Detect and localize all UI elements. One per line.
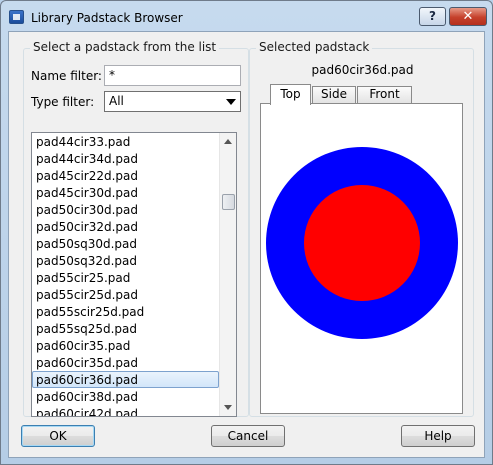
ok-button[interactable]: OK [21,425,95,447]
padstack-list-item[interactable]: pad60cir42d.pad [32,405,219,416]
name-filter-label: Name filter: [31,69,102,83]
top-view-panel [260,103,463,414]
tab-front[interactable]: Front [357,86,412,103]
padstack-preview [266,147,458,339]
chevron-down-icon [226,99,236,105]
selected-padstack-group: Selected padstack pad60cir36d.pad Top Si… [249,40,474,417]
help-caption-button[interactable]: ? [419,7,446,26]
type-filter-select[interactable]: All [104,91,241,112]
type-filter-label: Type filter: [31,95,95,109]
scrollbar-thumb[interactable] [222,194,235,210]
selected-padstack-group-title: Selected padstack [256,40,373,54]
padstack-list-item[interactable]: pad45cir30d.pad [32,184,219,201]
padstack-list-item[interactable]: pad55cir25d.pad [32,286,219,303]
list-scrollbar[interactable] [219,133,236,416]
help-button[interactable]: Help [401,425,475,447]
dialog-client-area: Select a padstack from the list Name fil… [8,31,485,458]
padstack-listbox[interactable]: pad44cir33.pad pad44cir34d.pad pad45cir22d… [31,132,237,417]
close-button[interactable]: ✕ [449,7,487,26]
padstack-list-item[interactable]: pad45cir22d.pad [32,167,219,184]
padstack-list-item[interactable]: pad50sq30d.pad [32,235,219,252]
padstack-list-item[interactable]: pad55scir25d.pad [32,303,219,320]
tab-side[interactable]: Side [312,86,356,103]
select-padstack-group: Select a padstack from the list Name fil… [23,40,249,417]
inner-pad-circle [304,185,420,301]
padstack-list-item[interactable]: pad60cir35d.pad [32,354,219,371]
name-filter-input[interactable]: * [104,65,241,86]
padstack-list-item[interactable]: pad44cir33.pad [32,133,219,150]
type-filter-value: All [109,94,124,108]
padstack-list-item[interactable]: pad60cir36d.pad [32,371,219,388]
tab-top[interactable]: Top [270,84,311,105]
padstack-list-item[interactable]: pad44cir34d.pad [32,150,219,167]
library-padstack-browser-window: Library Padstack Browser ? ✕ Select a pa… [0,0,493,465]
padstack-list-item[interactable]: pad60cir38d.pad [32,388,219,405]
padstack-list-item[interactable]: pad50cir30d.pad [32,201,219,218]
padstack-list-item[interactable]: pad55sq25d.pad [32,320,219,337]
cancel-button[interactable]: Cancel [211,425,285,447]
scroll-up-arrow-icon[interactable] [224,139,232,144]
padstack-list-items: pad44cir33.pad pad44cir34d.pad pad45cir22d… [32,133,219,416]
select-padstack-group-title: Select a padstack from the list [30,40,220,54]
selected-padstack-name: pad60cir36d.pad [311,63,414,77]
padstack-list-item[interactable]: pad50cir32d.pad [32,218,219,235]
window-title: Library Padstack Browser [31,11,183,25]
app-icon [9,10,24,24]
padstack-list-item[interactable]: pad50sq32d.pad [32,252,219,269]
title-bar[interactable]: Library Padstack Browser ? ✕ [1,1,492,31]
padstack-list-item[interactable]: pad60cir35.pad [32,337,219,354]
scroll-down-arrow-icon[interactable] [224,405,232,410]
padstack-list-item[interactable]: pad55cir25.pad [32,269,219,286]
